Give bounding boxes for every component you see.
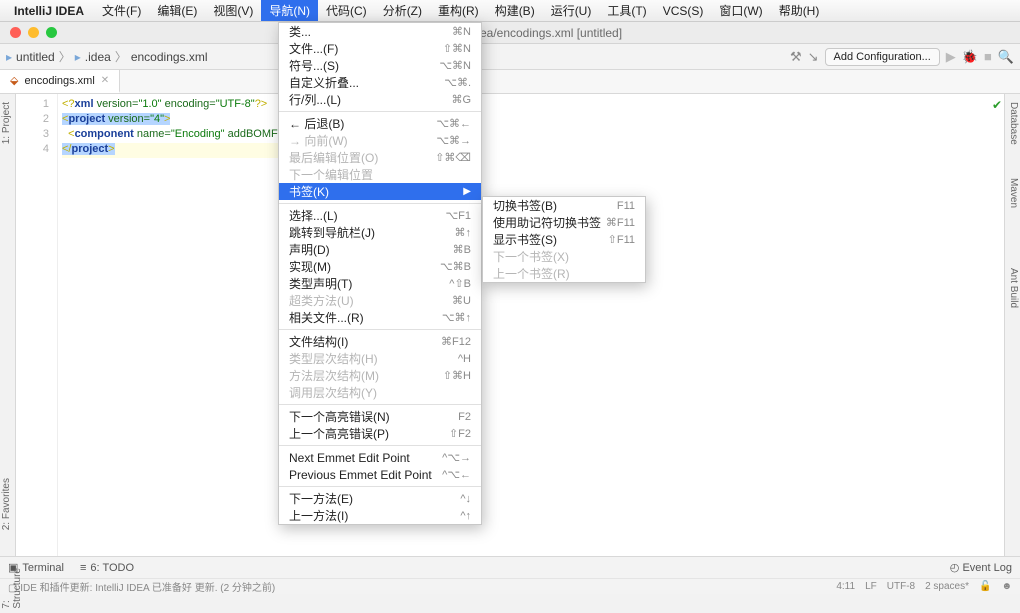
window-controls — [0, 27, 57, 38]
submenu-item[interactable]: 切换书签(B)F11 — [483, 197, 645, 214]
menu-item[interactable]: 上一方法(I)^↑ — [279, 507, 481, 524]
menu-item[interactable]: 下一方法(E)^↓ — [279, 490, 481, 507]
menu-edit[interactable]: 编辑(E) — [149, 0, 205, 21]
xml-file-icon: ⬙ — [10, 74, 18, 87]
sidebar-item-favorites[interactable]: 2: Favorites — [0, 474, 13, 534]
close-window-icon[interactable] — [10, 27, 21, 38]
breadcrumb[interactable]: ▸ untitled 〉 ▸ .idea 〉 encodings.xml — [6, 48, 208, 65]
breadcrumb-folder[interactable]: .idea — [85, 50, 111, 64]
menu-item[interactable]: 相关文件...(R)⌥⌘↑ — [279, 309, 481, 326]
breadcrumb-file[interactable]: encodings.xml — [131, 50, 208, 64]
folder-icon: ▸ — [75, 50, 81, 64]
menu-item[interactable]: 声明(D)⌘B — [279, 241, 481, 258]
main-area: 1: Project 2: Favorites 7: Structure 123… — [0, 94, 1020, 556]
menu-item[interactable]: 行/列...(L)⌘G — [279, 91, 481, 108]
menu-item: 超类方法(U)⌘U — [279, 292, 481, 309]
folder-icon: ▸ — [6, 50, 12, 64]
toolbar-right: ⚒ ↘ Add Configuration... ▶ 🐞 ■ 🔍 — [790, 48, 1014, 66]
sidebar-item-database[interactable]: Database — [1007, 98, 1020, 149]
navigate-menu-dropdown: 类...⌘N文件...(F)⇧⌘N符号...(S)⌥⌘N自定义折叠...⌥⌘.行… — [278, 22, 482, 525]
debug-icon[interactable]: 🐞 — [962, 49, 978, 65]
build-icon[interactable]: ⚒ — [790, 49, 802, 65]
menu-item[interactable]: 下一个高亮错误(N)F2 — [279, 408, 481, 425]
left-tool-stripe: 1: Project 2: Favorites 7: Structure — [0, 94, 16, 556]
menu-code[interactable]: 代码(C) — [318, 0, 375, 21]
menu-help[interactable]: 帮助(H) — [771, 0, 828, 21]
breadcrumb-root[interactable]: untitled — [16, 50, 55, 64]
menu-item[interactable]: Previous Emmet Edit Point^⌥← — [279, 466, 481, 483]
status-message: IDE 和插件更新: IntelliJ IDEA 已准备好 更新. (2 分钟之… — [20, 583, 275, 594]
menu-run[interactable]: 运行(U) — [543, 0, 600, 21]
sidebar-item-eventlog[interactable]: ◴ Event Log — [950, 562, 1012, 574]
editor[interactable]: 1234 <?xml version="1.0" encoding="UTF-8… — [16, 94, 1004, 556]
submenu-item[interactable]: 显示书签(S)⇧F11 — [483, 231, 645, 248]
menu-item: 最后编辑位置(O)⇧⌘⌫ — [279, 149, 481, 166]
menu-item[interactable]: 选择...(L)⌥F1 — [279, 207, 481, 224]
sidebar-item-project[interactable]: 1: Project — [0, 98, 13, 148]
sidebar-item-ant[interactable]: Ant Build — [1007, 264, 1020, 312]
zoom-window-icon[interactable] — [46, 27, 57, 38]
nav-toolbar: ▸ untitled 〉 ▸ .idea 〉 encodings.xml ⚒ ↘… — [0, 44, 1020, 70]
menu-item: 类型层次结构(H)^H — [279, 350, 481, 367]
sidebar-item-maven[interactable]: Maven — [1007, 174, 1020, 212]
menu-item[interactable]: 上一个高亮错误(P)⇧F2 — [279, 425, 481, 442]
menu-tools[interactable]: 工具(T) — [599, 0, 654, 21]
menu-item[interactable]: 文件...(F)⇧⌘N — [279, 40, 481, 57]
menu-item[interactable]: 类型声明(T)^⇧B — [279, 275, 481, 292]
status-caret[interactable]: 4:11 — [836, 581, 855, 592]
tab-encodings[interactable]: ⬙ encodings.xml ✕ — [0, 70, 120, 93]
menu-item: 下一个编辑位置 — [279, 166, 481, 183]
submenu-item: 下一个书签(X) — [483, 248, 645, 265]
menu-refactor[interactable]: 重构(R) — [430, 0, 487, 21]
status-bar: ▢ IDE 和插件更新: IntelliJ IDEA 已准备好 更新. (2 分… — [0, 578, 1020, 594]
run-icon[interactable]: ▶ — [946, 49, 956, 65]
menu-item[interactable]: 符号...(S)⌥⌘N — [279, 57, 481, 74]
menu-item[interactable]: 自定义折叠...⌥⌘. — [279, 74, 481, 91]
tab-label: encodings.xml — [24, 75, 94, 87]
lock-icon[interactable]: 🔓 — [979, 581, 991, 592]
line-numbers: 1234 — [16, 94, 58, 556]
app-name[interactable]: IntelliJ IDEA — [14, 4, 84, 18]
menu-file[interactable]: 文件(F) — [94, 0, 149, 21]
menu-analyze[interactable]: 分析(Z) — [375, 0, 430, 21]
submenu-item[interactable]: 使用助记符切换书签⌘F11 — [483, 214, 645, 231]
status-indent[interactable]: 2 spaces* — [925, 581, 969, 592]
sidebar-item-todo[interactable]: ≡ 6: TODO — [80, 561, 134, 574]
bottom-tool-stripe: ▣ Terminal ≡ 6: TODO ◴ Event Log — [0, 556, 1020, 578]
menu-view[interactable]: 视图(V) — [205, 0, 261, 21]
bookmarks-submenu: 切换书签(B)F11使用助记符切换书签⌘F11显示书签(S)⇧F11下一个书签(… — [482, 196, 646, 283]
inspection-ok-icon[interactable]: ✔ — [992, 98, 1002, 112]
status-le[interactable]: LF — [865, 581, 877, 592]
code-area[interactable]: <?xml version="1.0" encoding="UTF-8"?> <… — [58, 94, 299, 556]
menu-item: 调用层次结构(Y) — [279, 384, 481, 401]
stop-icon[interactable]: ■ — [984, 49, 992, 64]
sidebar-item-structure[interactable]: 7: Structure — [0, 564, 24, 613]
sync-icon[interactable]: ↘ — [808, 49, 819, 65]
menu-item[interactable]: 类...⌘N — [279, 23, 481, 40]
add-configuration-button[interactable]: Add Configuration... — [825, 48, 940, 66]
search-icon[interactable]: 🔍 — [998, 49, 1014, 65]
editor-tabs: ⬙ encodings.xml ✕ — [0, 70, 1020, 94]
menu-navigate[interactable]: 导航(N) — [261, 0, 318, 21]
menu-item[interactable]: 跳转到导航栏(J)⌘↑ — [279, 224, 481, 241]
menu-vcs[interactable]: VCS(S) — [655, 2, 712, 20]
menu-item[interactable]: ← 后退(B)⌥⌘← — [279, 115, 481, 132]
os-menubar: IntelliJ IDEA 文件(F) 编辑(E) 视图(V) 导航(N) 代码… — [0, 0, 1020, 22]
menu-build[interactable]: 构建(B) — [487, 0, 543, 21]
submenu-item: 上一个书签(R) — [483, 265, 645, 282]
window-titlebar: [untitled] - .../.idea/encodings.xml [un… — [0, 22, 1020, 44]
menu-item: 方法层次结构(M)⇧⌘H — [279, 367, 481, 384]
menu-item[interactable]: Next Emmet Edit Point^⌥→ — [279, 449, 481, 466]
menu-window[interactable]: 窗口(W) — [711, 0, 770, 21]
menu-item[interactable]: 实现(M)⌥⌘B — [279, 258, 481, 275]
close-tab-icon[interactable]: ✕ — [101, 75, 109, 86]
menu-item[interactable]: 文件结构(I)⌘F12 — [279, 333, 481, 350]
hector-icon[interactable]: ☻ — [1001, 581, 1012, 592]
status-encoding[interactable]: UTF-8 — [887, 581, 915, 592]
menu-item: → 向前(W)⌥⌘→ — [279, 132, 481, 149]
minimize-window-icon[interactable] — [28, 27, 39, 38]
right-tool-stripe: Database Maven Ant Build — [1004, 94, 1020, 556]
menu-item[interactable]: 书签(K)▶ — [279, 183, 481, 200]
